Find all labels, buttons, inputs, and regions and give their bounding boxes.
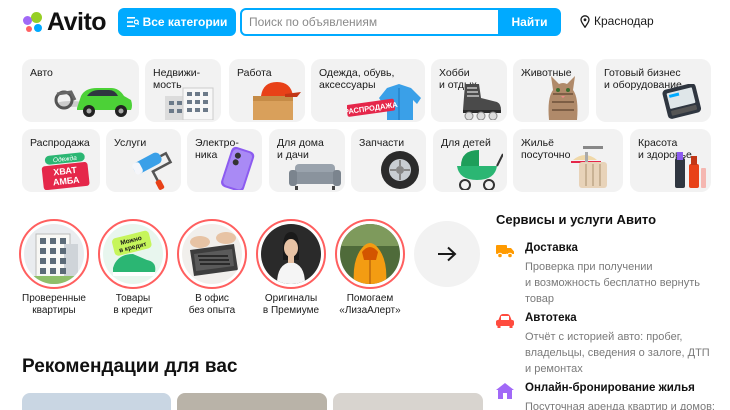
story-credit-goods[interactable]: Можно в кредит Товары в кредит — [98, 219, 168, 323]
category-tile-business[interactable]: Готовый бизнес и оборудование — [596, 59, 711, 122]
recommendation-card[interactable] — [22, 393, 171, 410]
story-ring — [19, 219, 89, 289]
roller-skate-icon — [463, 84, 501, 120]
avito-logo[interactable]: Avito — [22, 7, 107, 36]
phone-icon — [221, 146, 255, 190]
story-ring — [177, 219, 247, 289]
service-name: Доставка — [525, 242, 578, 254]
category-tile-animals[interactable]: Животные — [513, 59, 589, 122]
location-pin-icon — [580, 14, 590, 28]
category-tile-beauty[interactable]: Красота и здоровье — [630, 129, 711, 192]
story-verified-apartments[interactable]: Проверенные квартиры — [19, 219, 89, 323]
services-title: Сервисы и услуги Авито — [496, 212, 657, 227]
cosmetics-icon — [675, 152, 706, 188]
truck-icon — [496, 245, 514, 259]
tire-icon — [381, 151, 419, 189]
building-icon — [165, 87, 214, 120]
category-label: Жильё посуточно — [521, 137, 571, 161]
story-liza-alert[interactable]: Помогаем «ЛизаАлерт» — [335, 219, 405, 323]
service-name: Онлайн-бронирование жилья — [525, 382, 695, 394]
story-label: В офис без опыта — [188, 293, 236, 316]
story-label: Проверенные квартиры — [22, 293, 86, 316]
jacket-icon: РАСПРОДАЖА — [347, 84, 421, 120]
car-icon — [496, 314, 514, 328]
category-tile-hobby[interactable]: Хобби и отдых — [431, 59, 507, 122]
search-field[interactable] — [240, 8, 500, 36]
story-label: Оригиналы в Премиуме — [262, 293, 320, 316]
category-tile-home-garden[interactable]: Для дома и дачи — [269, 129, 345, 192]
service-autoteka[interactable]: Автотека Отчёт с историей авто: пробег, … — [496, 312, 726, 375]
all-categories-label: Все категории — [142, 15, 228, 29]
logo-dots-icon — [22, 11, 44, 33]
category-tile-kids[interactable]: Для детей — [433, 129, 507, 192]
story-premium-originals[interactable]: Оригиналы в Премиуме — [256, 219, 326, 323]
service-delivery[interactable]: Доставка Проверка при получении и возмож… — [496, 242, 726, 305]
category-tile-services[interactable]: Услуги — [106, 129, 181, 192]
service-description: Отчёт с историей авто: пробег, владельцы… — [525, 331, 710, 375]
woman-photo — [261, 224, 321, 284]
service-description: Посуточная аренда квартир и домов: — [525, 401, 715, 410]
sneakers-photo: Можно в кредит — [103, 224, 163, 284]
recommendations-title: Рекомендации для вас — [22, 356, 238, 377]
terminal-icon — [662, 84, 702, 119]
category-tile-sale[interactable]: Распродажа Одежда ХВАТ АМБА — [22, 129, 100, 192]
story-office-jobs[interactable]: В офис без опыта — [177, 219, 247, 323]
logo-text: Avito — [47, 7, 107, 36]
category-label: Для дома и дачи — [277, 137, 324, 161]
cap-box-icon — [253, 82, 301, 120]
sofa-icon — [289, 164, 341, 190]
story-ring — [256, 219, 326, 289]
category-tile-auto[interactable]: Авто — [22, 59, 139, 122]
category-tile-work[interactable]: Работа — [229, 59, 305, 122]
location-selector[interactable]: Краснодар — [580, 14, 654, 28]
service-name: Автотека — [525, 312, 577, 324]
stories-next-button[interactable] — [414, 221, 480, 287]
recommendation-card[interactable] — [177, 393, 327, 410]
apartment-building-photo — [24, 224, 84, 284]
service-booking[interactable]: Онлайн-бронирование жилья Посуточная аре… — [496, 382, 726, 410]
story-label: Товары в кредит — [113, 293, 153, 316]
stroller-icon — [457, 150, 503, 190]
laptop-photo — [182, 224, 242, 284]
category-label: Авто — [30, 67, 53, 79]
category-tile-clothing[interactable]: Одежда, обувь, аксессуары РАСПРОДАЖА — [311, 59, 425, 122]
category-tile-daily-rent[interactable]: Жильё посуточно — [513, 129, 623, 192]
all-categories-button[interactable]: Все категории — [118, 8, 236, 36]
house-icon — [496, 383, 514, 399]
categories-icon — [126, 17, 139, 27]
category-label: Распродажа — [30, 137, 90, 149]
search-button[interactable]: Найти — [498, 8, 561, 36]
search-input[interactable] — [242, 10, 498, 34]
cat-icon — [548, 76, 578, 120]
story-label: Помогаем «ЛизаАлерт» — [339, 293, 401, 316]
sale-tag-icon: Одежда ХВАТ АМБА — [41, 152, 90, 190]
arrow-right-icon — [438, 246, 457, 262]
story-ring: Можно в кредит — [98, 219, 168, 289]
recommendation-card[interactable] — [333, 393, 483, 410]
paint-roller-icon — [132, 151, 173, 190]
service-description: Проверка при получении и возможность бес… — [525, 261, 701, 305]
volunteer-photo — [340, 224, 400, 284]
suitcase-icon — [571, 146, 607, 188]
story-ring — [335, 219, 405, 289]
car-icon — [54, 88, 132, 117]
location-label: Краснодар — [594, 14, 654, 28]
category-tile-real-estate[interactable]: Недвижи- мость — [145, 59, 221, 122]
category-tile-parts[interactable]: Запчасти — [351, 129, 426, 192]
category-tile-electronics[interactable]: Электро- ника — [187, 129, 262, 192]
